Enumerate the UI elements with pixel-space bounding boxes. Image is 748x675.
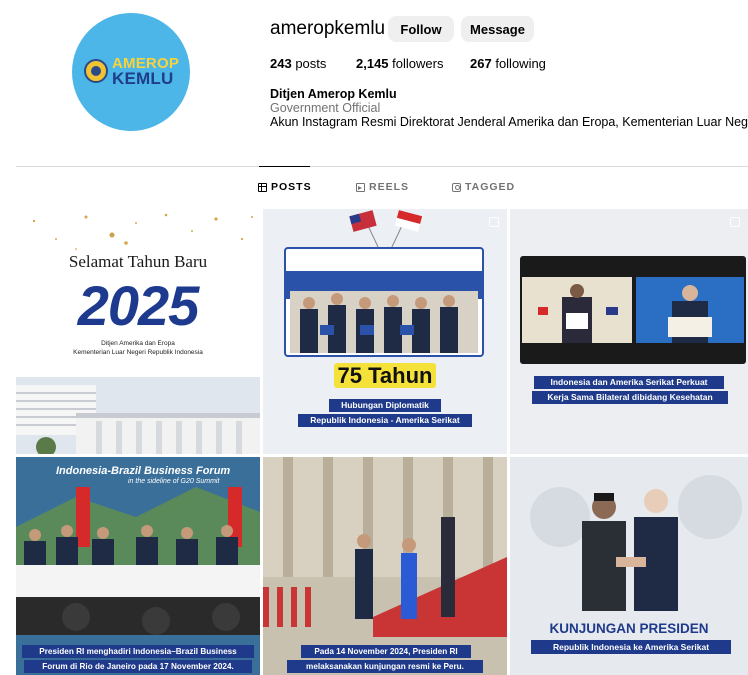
profile-avatar[interactable]: AMEROP KEMLU: [72, 13, 190, 131]
post-presidential-visit[interactable]: KUNJUNGAN PRESIDEN Republik Indonesia ke…: [510, 457, 748, 675]
post-brazil-forum[interactable]: Indonesia-Brazil Business Forum in the s…: [16, 457, 260, 675]
post-caption-2: Republik Indonesia - Amerika Serikat: [298, 414, 472, 427]
people-photo: [290, 291, 478, 353]
post-caption: Republik Indonesia ke Amerika Serikat: [531, 640, 731, 654]
posts-label: posts: [295, 56, 327, 71]
stat-followers[interactable]: 2,145 followers: [356, 56, 443, 71]
forum-banner-title: Indonesia-Brazil Business Forum: [56, 465, 231, 477]
post-caption-1: Indonesia dan Amerika Serikat Perkuat: [534, 376, 724, 389]
stat-posts: 243 posts: [270, 56, 326, 71]
carousel-icon: [489, 217, 499, 227]
follow-button[interactable]: Follow: [388, 16, 454, 42]
profile-category: Government Official: [270, 101, 381, 115]
tab-posts-label: POSTS: [271, 181, 312, 193]
followers-label: followers: [392, 56, 444, 71]
tab-reels[interactable]: REELS: [356, 181, 409, 193]
post-new-year[interactable]: Selamat Tahun Baru 2025 Ditjen Amerika d…: [16, 209, 260, 454]
peru-visit-photo: [263, 457, 507, 675]
following-label: following: [495, 56, 546, 71]
headline-text: 75 Tahun: [333, 363, 437, 388]
profile-username: ameropkemlu: [270, 18, 386, 39]
active-tab-indicator: [259, 166, 310, 167]
posts-count: 243: [270, 56, 292, 71]
seal-icon: [84, 59, 108, 83]
post-caption-1: Pada 14 November 2024, Presiden RI: [301, 645, 471, 658]
post-title: KUNJUNGAN PRESIDEN: [549, 621, 709, 636]
post-health-cooperation[interactable]: Indonesia dan Amerika Serikat Perkuat Ke…: [510, 209, 748, 454]
post-caption-2: Forum di Rio de Janeiro pada 17 November…: [24, 660, 252, 673]
post-caption-1: Presiden RI menghadiri Indonesia–Brazil …: [22, 645, 254, 658]
forum-photo: [16, 457, 260, 675]
post-headline: 75 Tahun: [263, 363, 507, 389]
profile-display-name: Ditjen Amerop Kemlu: [270, 87, 397, 101]
tab-tagged[interactable]: TAGGED: [452, 181, 515, 193]
profile-tabs: POSTS REELS TAGGED: [0, 181, 748, 197]
forum-banner-subtitle: in the sideline of G20 Summit: [128, 478, 220, 485]
carousel-icon: [730, 217, 740, 227]
post-subline-2: Kementerian Luar Negeri Republik Indones…: [73, 349, 203, 356]
signing-photo-right: [636, 277, 744, 343]
tab-reels-label: REELS: [369, 181, 410, 193]
post-subline-1: Ditjen Amerika dan Eropa: [101, 340, 175, 347]
post-75-tahun[interactable]: 75 Tahun Hubungan Diplomatik Republik In…: [263, 209, 507, 454]
post-year: 2025: [77, 274, 200, 337]
stamp-launch-photo: [284, 247, 484, 357]
tabs-divider: [16, 166, 748, 167]
post-caption-2: Kerja Sama Bilateral dibidang Kesehatan: [532, 391, 728, 404]
reels-icon: [356, 182, 365, 192]
following-count: 267: [470, 56, 492, 71]
post-greeting: Selamat Tahun Baru: [68, 252, 208, 271]
tagged-icon: [452, 182, 461, 192]
message-button[interactable]: Message: [461, 16, 534, 42]
signing-photo-left: [522, 277, 632, 343]
post-peru-visit[interactable]: Pada 14 November 2024, Presiden RI melak…: [263, 457, 507, 675]
followers-count: 2,145: [356, 56, 389, 71]
ministry-building-image: [16, 377, 260, 454]
avatar-text-line2: KEMLU: [112, 69, 174, 88]
tab-posts[interactable]: POSTS: [258, 181, 312, 193]
grid-icon: [258, 182, 267, 192]
post-caption-2: melaksanakan kunjungan resmi ke Peru.: [287, 660, 483, 673]
profile-bio: Akun Instagram Resmi Direktorat Jenderal…: [270, 115, 748, 129]
tab-tagged-label: TAGGED: [465, 181, 516, 193]
stat-following[interactable]: 267 following: [470, 56, 546, 71]
amerop-logo: AMEROP KEMLU: [84, 55, 179, 89]
flags-image: [349, 210, 423, 249]
post-caption-1: Hubungan Diplomatik: [329, 399, 441, 412]
